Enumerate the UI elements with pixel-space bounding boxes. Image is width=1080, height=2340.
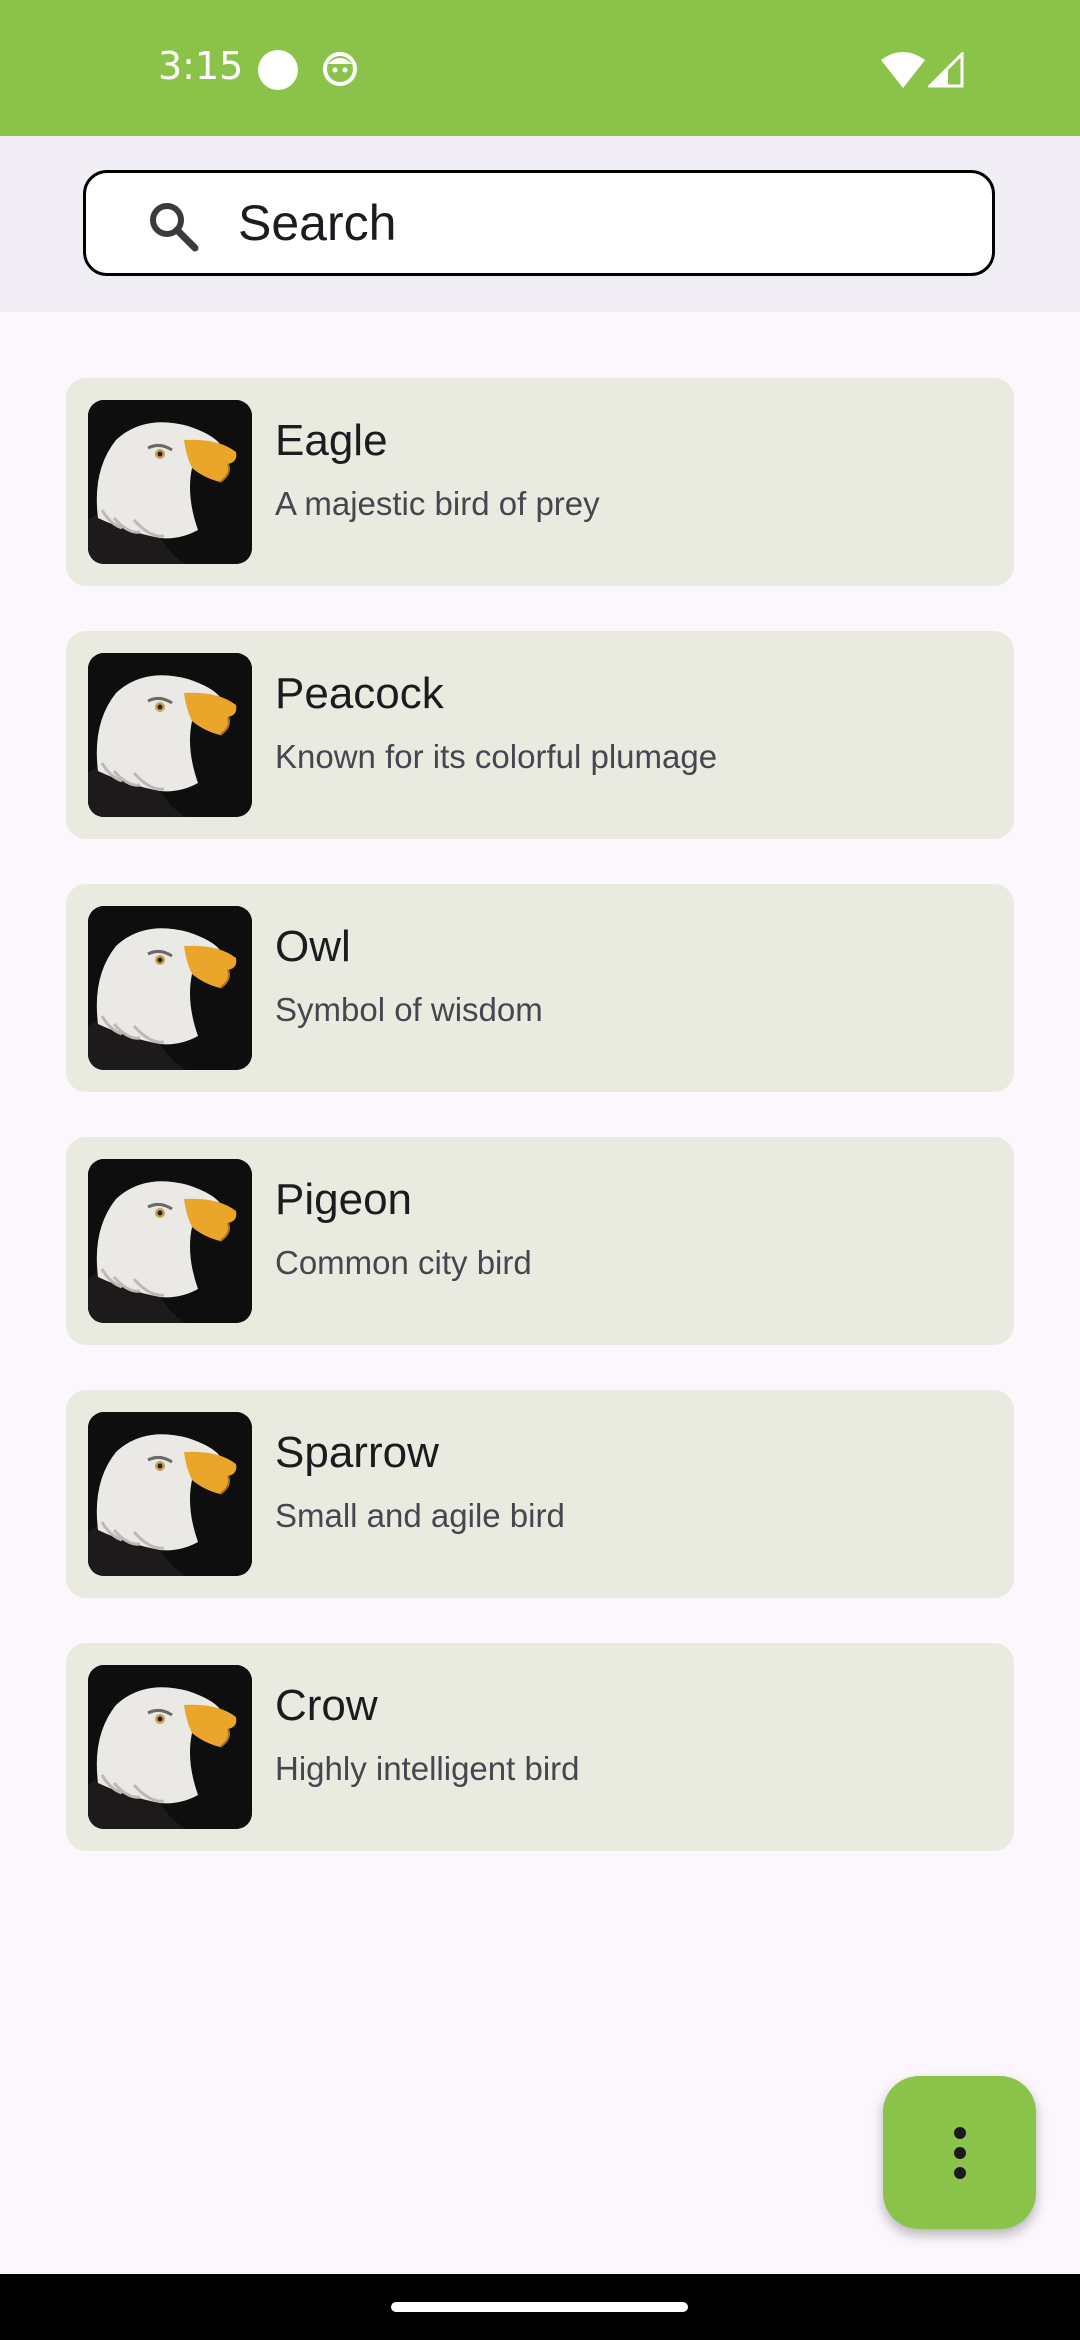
search-icon — [150, 203, 199, 252]
bird-name: Sparrow — [275, 1428, 439, 1477]
bird-name: Pigeon — [275, 1175, 413, 1224]
status-bar: 3:15 — [0, 0, 1080, 136]
bird-card[interactable]: Peacock Known for its colorful plumage — [66, 631, 1014, 839]
signal-icon — [928, 52, 964, 88]
circle-notification-icon — [258, 50, 298, 90]
bird-card[interactable]: Crow Highly intelligent bird — [66, 1643, 1014, 1851]
bird-thumbnail — [88, 1412, 252, 1576]
bird-description: Small and agile bird — [275, 1497, 565, 1534]
bird-card[interactable]: Eagle A majestic bird of prey — [66, 378, 1014, 586]
search-input[interactable] — [238, 173, 958, 273]
bird-thumbnail — [88, 653, 252, 817]
bird-description: Common city bird — [275, 1244, 532, 1281]
bird-thumbnail — [88, 1159, 252, 1323]
bird-card[interactable]: Owl Symbol of wisdom — [66, 884, 1014, 1092]
bird-name: Owl — [275, 922, 351, 971]
bird-description: Highly intelligent bird — [275, 1750, 580, 1787]
bird-name: Eagle — [275, 416, 388, 465]
home-gesture-handle[interactable] — [391, 2302, 688, 2312]
bird-card[interactable]: Sparrow Small and agile bird — [66, 1390, 1014, 1598]
bird-description: A majestic bird of prey — [275, 485, 600, 522]
bird-card[interactable]: Pigeon Common city bird — [66, 1137, 1014, 1345]
search-bar-area — [0, 136, 1080, 312]
bird-name: Peacock — [275, 669, 444, 718]
wifi-icon — [881, 52, 925, 88]
status-time: 3:15 — [158, 44, 244, 88]
more-vertical-icon — [953, 2126, 966, 2179]
face-notification-icon — [323, 52, 357, 86]
bird-thumbnail — [88, 906, 252, 1070]
bird-description: Symbol of wisdom — [275, 991, 543, 1028]
bird-name: Crow — [275, 1681, 378, 1730]
more-options-fab[interactable] — [883, 2076, 1036, 2229]
bird-thumbnail — [88, 1665, 252, 1829]
search-box[interactable] — [83, 170, 995, 276]
bird-description: Known for its colorful plumage — [275, 738, 718, 775]
bird-thumbnail — [88, 400, 252, 564]
system-navigation-bar — [0, 2274, 1080, 2340]
